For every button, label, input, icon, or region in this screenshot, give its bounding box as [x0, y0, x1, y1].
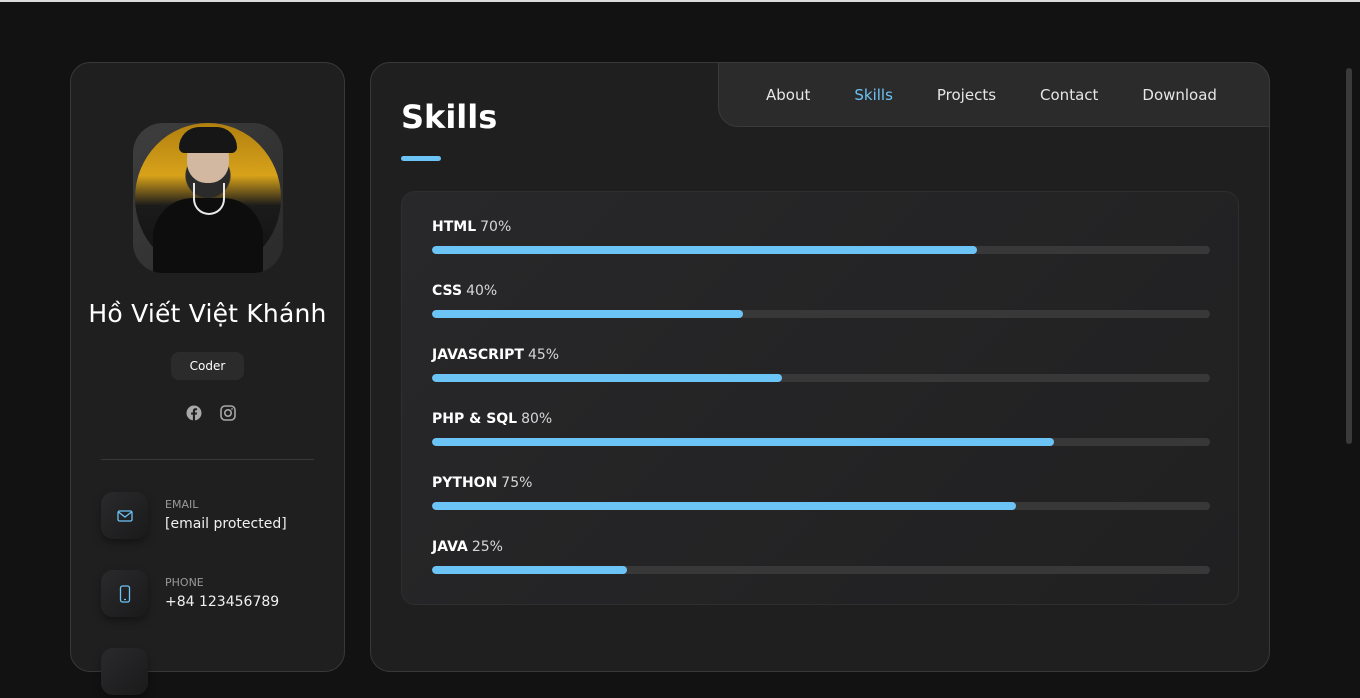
skill-progress-track: [432, 374, 1210, 382]
avatar-frame: [133, 123, 283, 273]
skill-item: PYTHON 75%: [432, 475, 1210, 515]
skill-progress-fill: [432, 310, 744, 318]
email-link[interactable]: [email protected]: [165, 516, 287, 532]
nav-projects[interactable]: Projects: [937, 86, 996, 104]
skill-percent: 40%: [466, 283, 498, 299]
skill-progress-fill: [432, 246, 977, 254]
avatar: [135, 123, 281, 273]
social-links: [185, 404, 237, 422]
skill-name: JAVA: [432, 539, 468, 555]
skill-percent: 25%: [471, 539, 503, 555]
skills-list: HTML 70% CSS 40% JAVASCRIPT 45% PHP & SQL 80…: [401, 191, 1239, 605]
skill-item: PHP & SQL 80%: [432, 411, 1210, 451]
main-panel: About Skills Projects Contact Download S…: [370, 62, 1270, 672]
skill-progress-fill: [432, 374, 783, 382]
phone-link[interactable]: +84 123456789: [165, 594, 279, 610]
skill-name: HTML: [432, 219, 477, 235]
skill-progress-track: [432, 438, 1210, 446]
skill-percent: 75%: [501, 475, 533, 491]
contact-label: EMAIL: [165, 498, 199, 511]
profile-sidebar: Hồ Viết Việt Khánh Coder EMAIL [email pr: [70, 62, 345, 695]
skill-progress-track: [432, 310, 1210, 318]
page-scrollbar[interactable]: [1346, 68, 1352, 444]
facebook-icon[interactable]: [185, 404, 203, 422]
skill-progress-track: [432, 246, 1210, 254]
phone-icon: [101, 570, 148, 617]
role-badge: Coder: [171, 352, 244, 380]
page-title: Skills: [401, 98, 498, 136]
instagram-icon[interactable]: [219, 404, 237, 422]
title-underline: [401, 156, 441, 161]
avatar-hair: [179, 127, 237, 153]
contact-item-more: [101, 648, 331, 698]
contact-item-phone: PHONE +84 123456789: [101, 570, 331, 620]
contact-item-email: EMAIL [email protected]: [101, 492, 331, 542]
skill-progress-fill: [432, 566, 627, 574]
nav-contact[interactable]: Contact: [1040, 86, 1098, 104]
skill-name: JAVASCRIPT: [432, 347, 524, 363]
skill-item: JAVASCRIPT 45%: [432, 347, 1210, 387]
skill-progress-track: [432, 566, 1210, 574]
nav-skills[interactable]: Skills: [854, 86, 893, 104]
skill-item: JAVA 25%: [432, 539, 1210, 579]
skill-progress-fill: [432, 502, 1016, 510]
mail-icon: [101, 492, 148, 539]
nav-about[interactable]: About: [766, 86, 810, 104]
skill-item: HTML 70%: [432, 219, 1210, 259]
skill-name: CSS: [432, 283, 463, 299]
contact-label: PHONE: [165, 576, 204, 589]
top-edge-line: [0, 0, 1360, 2]
avatar-chain: [193, 183, 225, 215]
profile-name: Hồ Viết Việt Khánh: [88, 299, 327, 328]
skill-name: PHP & SQL: [432, 411, 518, 427]
skill-percent: 70%: [480, 219, 512, 235]
skill-percent: 80%: [521, 411, 553, 427]
top-navbar: About Skills Projects Contact Download: [718, 62, 1270, 127]
skill-item: CSS 40%: [432, 283, 1210, 323]
sidebar-divider: [101, 459, 314, 460]
nav-download[interactable]: Download: [1142, 86, 1217, 104]
contact-icon-partial: [101, 648, 148, 695]
skill-name: PYTHON: [432, 475, 498, 491]
skill-progress-fill: [432, 438, 1055, 446]
skill-progress-track: [432, 502, 1210, 510]
skill-percent: 45%: [527, 347, 560, 363]
